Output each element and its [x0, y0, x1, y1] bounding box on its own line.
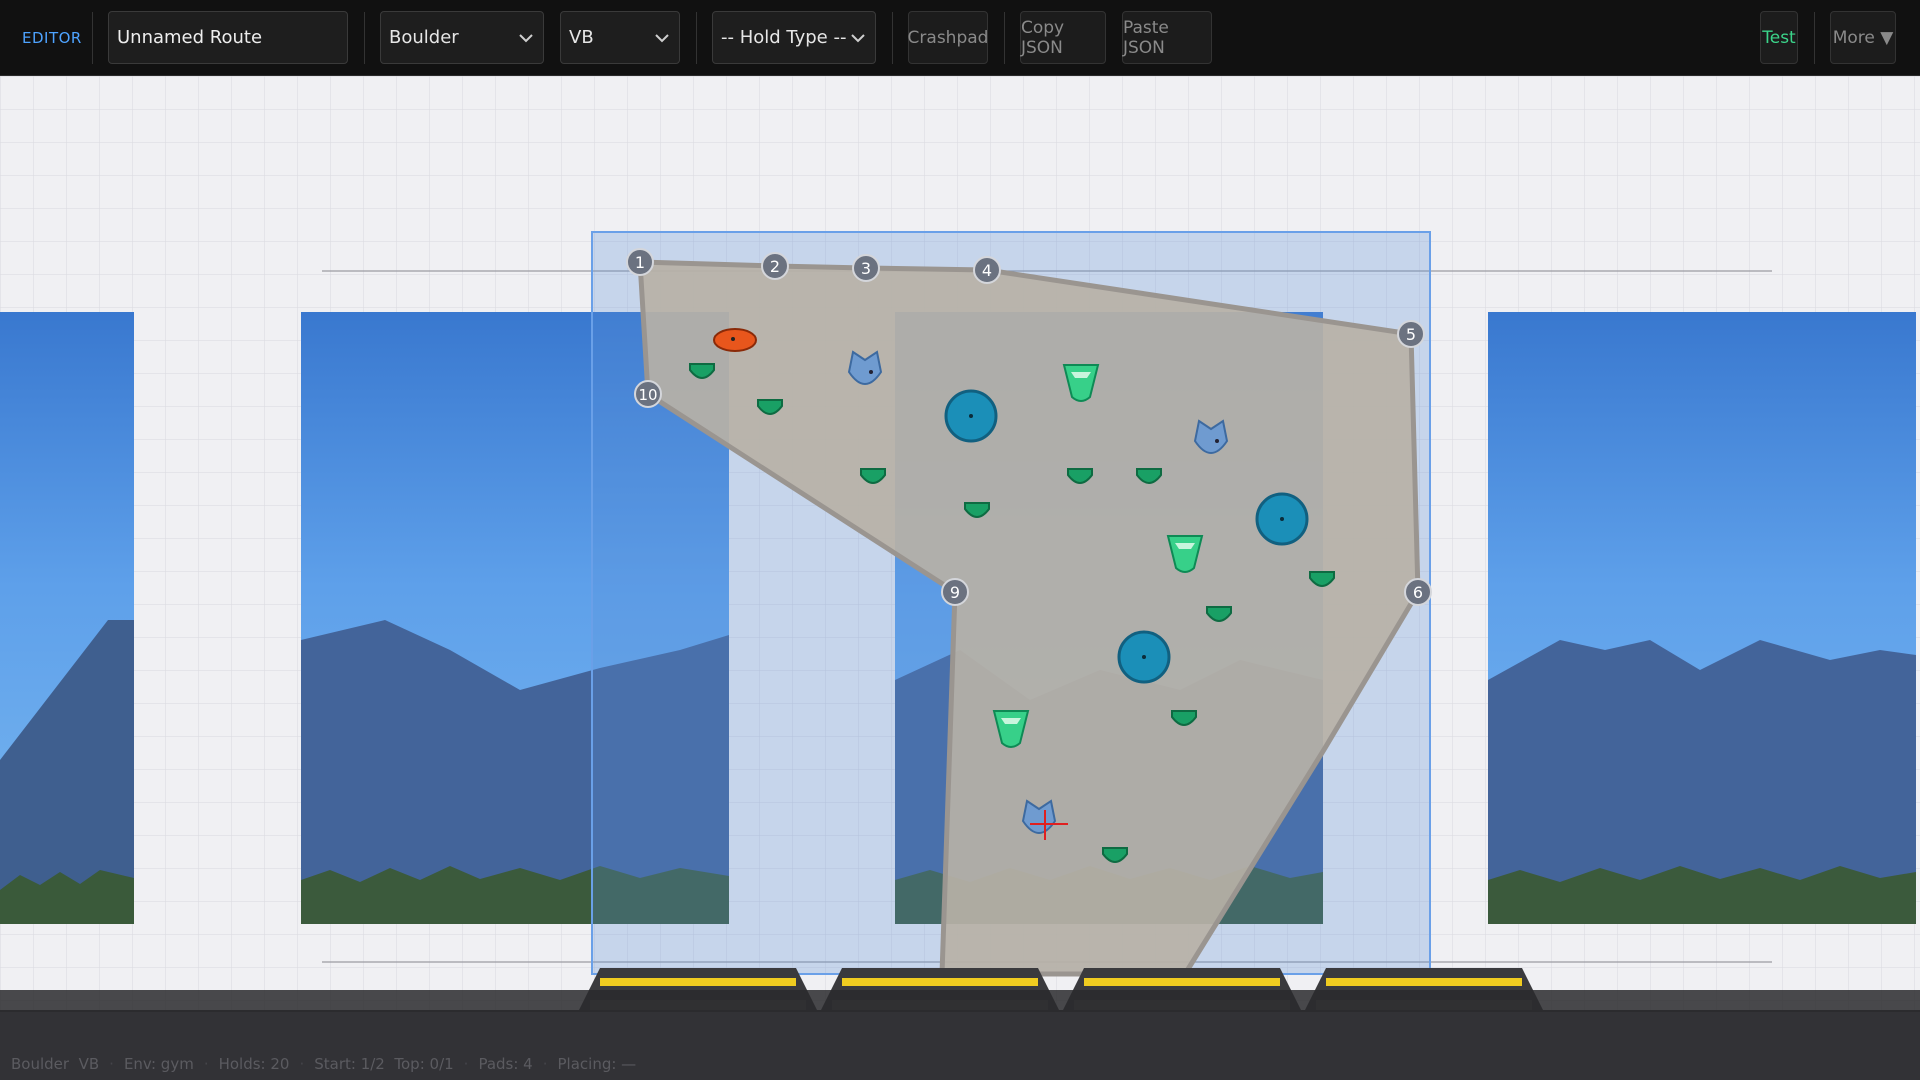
- chevron-down-icon: [517, 29, 535, 47]
- editor-mode-label: EDITOR: [22, 0, 82, 76]
- chevron-down-icon: [849, 29, 867, 47]
- test-button[interactable]: Test: [1760, 11, 1798, 64]
- vertex-label: 1: [635, 253, 645, 272]
- status-start-top: Start: 1/2 Top: 0/1: [314, 1055, 453, 1073]
- status-separator: ·: [109, 1055, 114, 1073]
- status-pads: Pads: 4: [478, 1055, 532, 1073]
- vertex-label: 6: [1413, 583, 1423, 602]
- more-menu-button[interactable]: More ▼: [1830, 11, 1896, 64]
- start-hold[interactable]: [714, 329, 756, 351]
- grade-value: VB: [569, 27, 594, 48]
- status-discipline-grade: Boulder VB: [11, 1055, 99, 1073]
- status-env: Env: gym: [124, 1055, 194, 1073]
- discipline-select[interactable]: Boulder: [380, 11, 544, 64]
- hold-type-select[interactable]: -- Hold Type --: [712, 11, 876, 64]
- wall-vertex[interactable]: 9: [942, 579, 968, 605]
- status-holds: Holds: 20: [219, 1055, 290, 1073]
- vertex-label: 3: [861, 259, 871, 278]
- copy-json-button[interactable]: Copy JSON: [1020, 11, 1106, 64]
- toolbar-divider: [364, 12, 365, 64]
- toolbar-divider: [696, 12, 697, 64]
- wall-vertex[interactable]: 6: [1405, 579, 1431, 605]
- status-separator: ·: [204, 1055, 209, 1073]
- hold-type-value: -- Hold Type --: [721, 27, 846, 48]
- ground-edge: [0, 990, 1920, 1012]
- paste-json-button[interactable]: Paste JSON: [1122, 11, 1212, 64]
- status-placing: Placing: —: [558, 1055, 637, 1073]
- wall-vertex[interactable]: 10: [635, 381, 661, 407]
- grade-select[interactable]: VB: [560, 11, 680, 64]
- toolbar-divider: [92, 12, 93, 64]
- route-name-input[interactable]: [108, 11, 348, 64]
- vertex-label: 10: [638, 386, 657, 404]
- wall-vertex[interactable]: 1: [627, 249, 653, 275]
- wall-vertex[interactable]: 3: [853, 255, 879, 281]
- sloper-hold[interactable]: [1119, 632, 1169, 682]
- vertex-label: 5: [1406, 325, 1416, 344]
- wall-vertex[interactable]: 2: [762, 253, 788, 279]
- top-toolbar: EDITOR Boulder VB -- Hold Type -- Crashp…: [0, 0, 1920, 76]
- status-separator: ·: [464, 1055, 469, 1073]
- status-bar: Boulder VB · Env: gym · Holds: 20 · Star…: [0, 1048, 1920, 1080]
- sloper-hold[interactable]: [946, 391, 996, 441]
- route-editor: { "toolbar": { "mode_label": "EDITOR", "…: [0, 0, 1920, 1080]
- status-separator: ·: [543, 1055, 548, 1073]
- vertex-label: 2: [770, 257, 780, 276]
- wall-vertex[interactable]: 4: [974, 257, 1000, 283]
- toolbar-divider: [1004, 12, 1005, 64]
- toolbar-divider: [1814, 12, 1815, 64]
- vertex-label: 4: [982, 261, 992, 280]
- scenic-panel-right: [1488, 312, 1916, 924]
- wall-vertex[interactable]: 5: [1398, 321, 1424, 347]
- crashpad-button[interactable]: Crashpad: [908, 11, 988, 64]
- chevron-down-icon: [653, 29, 671, 47]
- status-separator: ·: [299, 1055, 304, 1073]
- sloper-hold[interactable]: [1257, 494, 1307, 544]
- toolbar-divider: [892, 12, 893, 64]
- scenic-panel-left: [0, 312, 134, 924]
- discipline-value: Boulder: [389, 27, 459, 48]
- vertex-label: 9: [950, 583, 960, 602]
- editor-canvas[interactable]: 1 2 3 4 5 6 9 10: [0, 0, 1920, 1080]
